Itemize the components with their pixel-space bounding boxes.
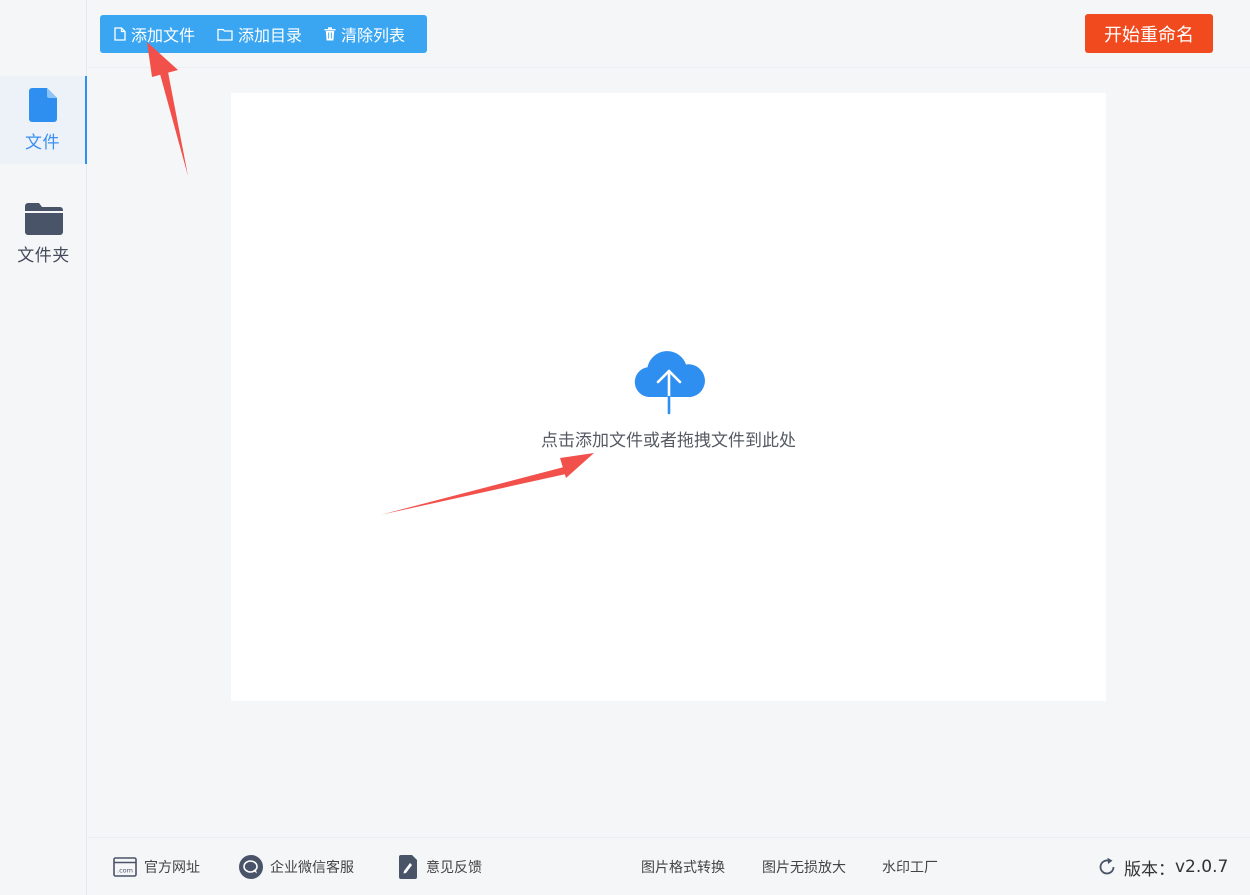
- add-file-label: 添加文件: [131, 26, 196, 45]
- website-icon: .com: [113, 857, 137, 877]
- feedback-icon: [399, 855, 417, 879]
- official-website-link[interactable]: .com 官方网址: [113, 838, 200, 895]
- file-drop-zone[interactable]: 点击添加文件或者拖拽文件到此处: [231, 93, 1106, 701]
- watermark-factory-link[interactable]: 水印工厂: [882, 838, 938, 895]
- drop-zone-hint: 点击添加文件或者拖拽文件到此处: [541, 431, 796, 451]
- file-outline-icon: [114, 27, 126, 41]
- start-rename-button[interactable]: 开始重命名: [1085, 14, 1213, 53]
- image-lossless-enlarge-link[interactable]: 图片无损放大: [762, 838, 846, 895]
- refresh-icon[interactable]: [1097, 857, 1117, 877]
- trash-icon: [324, 27, 336, 41]
- version-label: 版本：: [1124, 859, 1175, 880]
- add-directory-button[interactable]: 添加目录: [217, 22, 302, 46]
- image-format-convert-link[interactable]: 图片格式转换: [641, 838, 725, 895]
- feedback-link[interactable]: 意见反馈: [399, 838, 482, 895]
- sidebar-item-label: 文件夹: [17, 245, 70, 266]
- toolbar-button-group: 添加文件 添加目录 清除列表: [100, 15, 427, 53]
- cloud-upload-icon: [634, 351, 705, 415]
- file-icon: [28, 87, 57, 122]
- clear-list-button[interactable]: 清除列表: [324, 22, 405, 46]
- add-file-button[interactable]: 添加文件: [114, 22, 195, 46]
- clear-list-label: 清除列表: [341, 26, 406, 45]
- add-directory-label: 添加目录: [238, 26, 303, 45]
- wechat-support-label: 企业微信客服: [270, 860, 354, 876]
- footer: .com 官方网址 企业微信客服 意见反馈 图片格式转换 图片无损放大 水印工厂…: [88, 837, 1250, 895]
- wechat-icon: [239, 855, 263, 879]
- wechat-support-link[interactable]: 企业微信客服: [239, 838, 354, 895]
- svg-text:.com: .com: [117, 867, 133, 875]
- toolbar: 添加文件 添加目录 清除列表 开始重命名: [88, 0, 1250, 68]
- feedback-label: 意见反馈: [426, 860, 482, 876]
- folder-outline-icon: [217, 28, 233, 41]
- folder-icon: [24, 202, 63, 235]
- sidebar-item-file[interactable]: 文件: [0, 76, 87, 164]
- sidebar-item-folder[interactable]: 文件夹: [0, 190, 87, 278]
- official-website-label: 官方网址: [144, 860, 200, 876]
- version-info: 版本： v2.0.7: [1097, 838, 1228, 895]
- sidebar: 文件 文件夹: [0, 0, 87, 895]
- sidebar-item-label: 文件: [25, 132, 60, 153]
- version-number: v2.0.7: [1175, 857, 1229, 877]
